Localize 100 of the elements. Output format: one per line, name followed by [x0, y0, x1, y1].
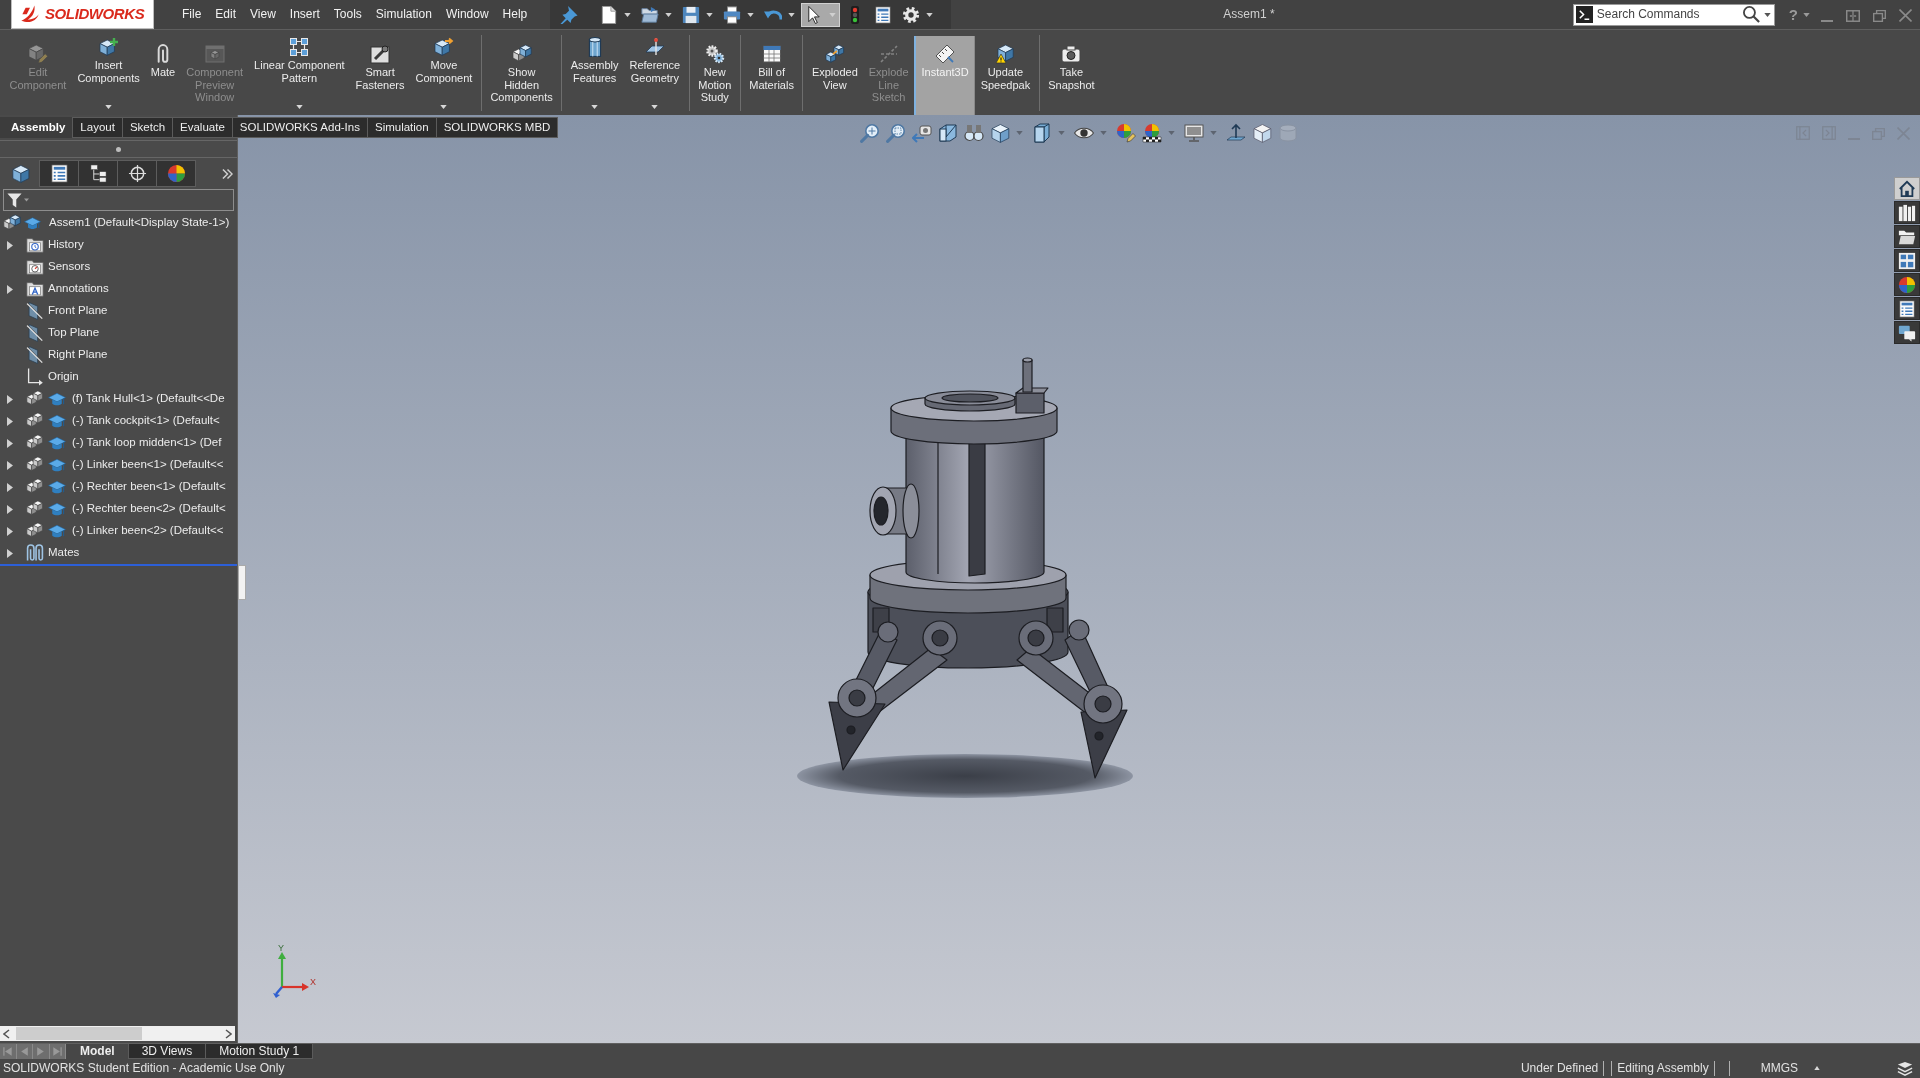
square-grid-button[interactable]: Linear Component Pattern — [248, 30, 351, 115]
expand-arrow-icon[interactable] — [7, 240, 13, 250]
tree-icon — [88, 164, 108, 183]
binoculars-button[interactable] — [964, 123, 984, 143]
close-icon — [1899, 8, 1912, 22]
horizontal-scrollbar[interactable] — [0, 1026, 235, 1041]
list-tab[interactable] — [1894, 297, 1920, 320]
expand-arrow-icon[interactable] — [7, 394, 13, 404]
cubes-icon — [511, 44, 532, 64]
warning-cube-button[interactable]: Update Speedpak — [975, 30, 1036, 115]
command-tab[interactable]: Evaluate — [172, 117, 233, 138]
tree-item[interactable]: (-) Rechter been<2> (Default< — [26, 499, 226, 519]
menu-item[interactable]: Edit — [208, 7, 244, 22]
units-button[interactable]: MMGS — [1755, 1061, 1825, 1076]
tree-item[interactable]: (-) Linker been<1> (Default<< — [26, 455, 224, 475]
back-arrow-button[interactable] — [912, 123, 932, 143]
up-arrow-button[interactable] — [1226, 123, 1246, 143]
tree-item[interactable]: (-) Tank loop midden<1> (Def — [26, 433, 222, 453]
command-tab[interactable]: SOLIDWORKS MBD — [435, 117, 559, 138]
tree-item[interactable]: Front Plane — [26, 301, 108, 321]
plane-axis-button[interactable]: Reference Geometry — [623, 30, 686, 115]
window-grid-tab[interactable] — [1894, 249, 1920, 272]
cube-arrow-button[interactable]: Move Component — [410, 30, 478, 115]
pillar-button[interactable]: Assembly Features — [565, 30, 624, 115]
menu-item[interactable]: Window — [438, 7, 496, 22]
tree-item[interactable]: Mates — [26, 543, 80, 563]
tree-item[interactable]: Top Plane — [26, 323, 100, 343]
camera-button[interactable]: Take Snapshot — [1042, 30, 1101, 115]
color-wheel-icon — [1898, 275, 1916, 294]
tree-item[interactable]: Annotations — [26, 279, 109, 299]
zoom-area-button[interactable] — [886, 123, 906, 143]
camera-icon — [1061, 44, 1082, 64]
close-button[interactable] — [1899, 7, 1912, 22]
expand-arrow-icon[interactable] — [7, 416, 13, 426]
tree-item[interactable]: (-) Tank cockpit<1> (Default< — [26, 411, 220, 431]
expand-arrow-icon[interactable] — [7, 504, 13, 514]
command-tab[interactable]: SOLIDWORKS Add-Ins — [231, 117, 368, 138]
cube-icon — [10, 164, 30, 183]
list-tab[interactable] — [39, 160, 79, 187]
tree-item[interactable]: Right Plane — [26, 345, 108, 365]
y-axis-arrow — [278, 952, 286, 987]
command-tab[interactable]: Sketch — [121, 117, 174, 138]
expand-arrow-icon[interactable] — [7, 460, 13, 470]
help-button[interactable]: ? — [1788, 5, 1798, 24]
crosshair-tab[interactable] — [117, 160, 157, 187]
window-icon — [204, 44, 225, 64]
table-button[interactable]: Bill of Materials — [743, 30, 800, 115]
panel-handle[interactable] — [238, 565, 246, 600]
restore-button[interactable] — [1873, 7, 1886, 22]
command-tab[interactable]: Simulation — [366, 117, 437, 138]
section-cube-button[interactable] — [938, 123, 958, 143]
command-tab[interactable]: Layout — [72, 117, 123, 138]
expand-panel-button[interactable] — [222, 167, 233, 180]
gears-button[interactable]: New Motion Study — [692, 30, 737, 115]
cube-plus-button[interactable]: Insert Components — [71, 30, 146, 115]
cubes-button[interactable]: Show Hidden Components — [484, 30, 559, 115]
books-tab[interactable] — [1894, 201, 1920, 224]
bottom-tab[interactable]: 3D Views — [127, 1044, 207, 1059]
tile-icon — [1846, 9, 1860, 22]
exploded-cubes-button[interactable]: Exploded View — [806, 30, 864, 115]
tree-item[interactable]: (-) Linker been<2> (Default<< — [26, 521, 224, 541]
home-tab[interactable] — [1894, 177, 1920, 200]
scroll-thumb[interactable] — [16, 1027, 142, 1040]
tree-item[interactable]: History — [26, 235, 84, 255]
menu-item[interactable]: Tools — [326, 7, 369, 22]
tree-item[interactable]: Sensors — [26, 257, 91, 277]
tree-item[interactable]: Assem1 (Default<Display State-1>) — [3, 213, 230, 233]
folder-tab[interactable] — [1894, 225, 1920, 248]
box-outline-button[interactable] — [1252, 123, 1272, 143]
expand-arrow-icon[interactable] — [7, 526, 13, 536]
menu-item[interactable]: File — [175, 7, 209, 22]
search-box[interactable]: Search Commands — [1572, 3, 1775, 26]
expand-arrow-icon[interactable] — [7, 482, 13, 492]
origin-icon — [26, 368, 44, 386]
tile-button[interactable] — [1846, 7, 1860, 22]
expand-arrow-icon[interactable] — [7, 284, 13, 294]
menu-item[interactable]: Help — [495, 7, 535, 22]
tree-item[interactable]: (-) Rechter been<1> (Default< — [26, 477, 226, 497]
tree-item[interactable]: (f) Tank Hull<1> (Default<<De — [26, 389, 225, 409]
gauge-folder-icon — [26, 258, 44, 276]
bottom-tab[interactable]: Motion Study 1 — [205, 1044, 314, 1059]
screw-button[interactable]: Smart Fasteners — [350, 30, 411, 115]
tree-item[interactable]: Origin — [26, 367, 79, 387]
menu-item[interactable]: View — [243, 7, 283, 22]
caret-icon — [1814, 1066, 1820, 1071]
menu-item[interactable]: Insert — [282, 7, 327, 22]
tree-tab[interactable] — [78, 160, 118, 187]
menu-item[interactable]: Simulation — [368, 7, 439, 22]
color-wheel-pencil-button[interactable] — [1116, 123, 1136, 143]
zoom-fit-button[interactable] — [860, 123, 880, 143]
pointer-button[interactable] — [801, 2, 841, 27]
expand-arrow-icon[interactable] — [7, 438, 13, 448]
expand-arrow-icon[interactable] — [7, 548, 13, 558]
color-wheel-tab[interactable] — [1894, 273, 1920, 296]
search-field[interactable]: Search Commands — [1596, 7, 1739, 22]
color-wheel-tab[interactable] — [156, 160, 196, 187]
cubes-icon — [3, 214, 21, 232]
search-button[interactable] — [1742, 6, 1760, 23]
paperclip-button[interactable]: Mate — [145, 30, 181, 115]
chat-tab[interactable] — [1894, 321, 1920, 344]
